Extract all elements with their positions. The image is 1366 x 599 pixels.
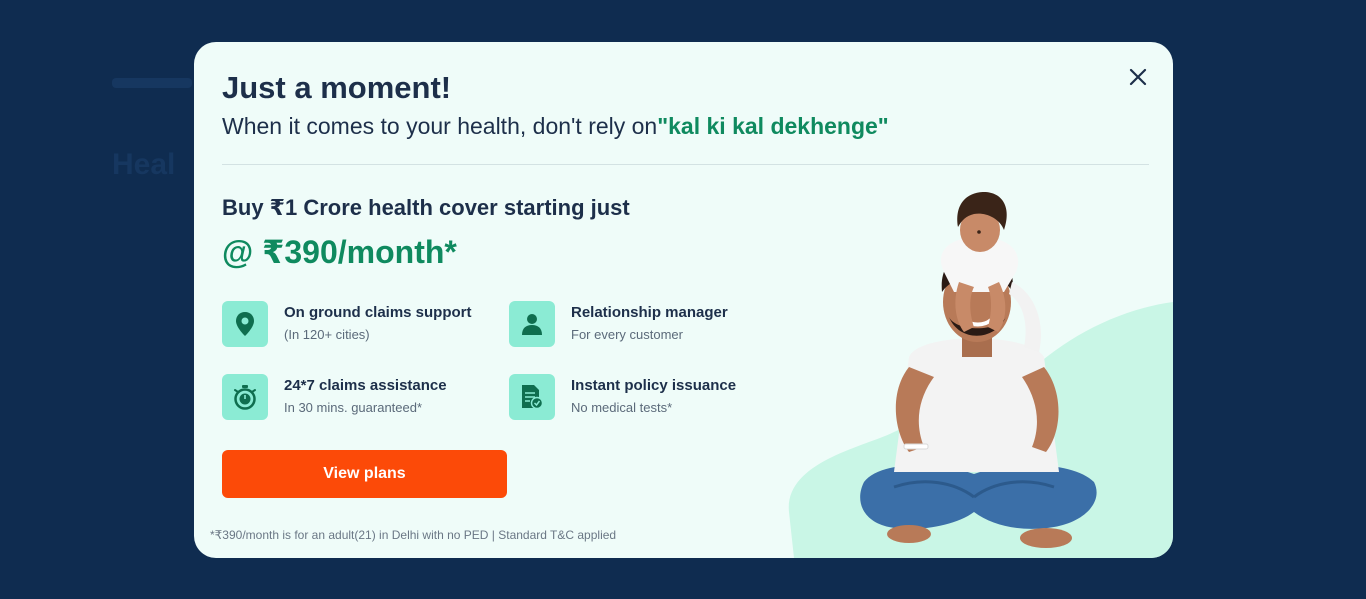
modal-subheading: When it comes to your health, don't rely…	[222, 113, 889, 140]
subheading-highlight: "kal ki kal dekhenge"	[657, 113, 889, 139]
location-pin-icon	[222, 301, 268, 347]
close-icon	[1129, 68, 1147, 86]
feature-title: On ground claims support	[284, 304, 472, 321]
exit-intent-modal: Just a moment! When it comes to your hea…	[194, 42, 1173, 558]
price-text: @ ₹390/month*	[222, 234, 457, 270]
modal-heading: Just a moment!	[222, 70, 452, 105]
background-page-text: Heal	[112, 148, 176, 181]
view-plans-button[interactable]: View plans	[222, 450, 507, 498]
stopwatch-icon	[222, 374, 268, 420]
feature-claims-support: On ground claims support (In 120+ cities…	[222, 301, 492, 349]
feature-title: 24*7 claims assistance	[284, 377, 447, 394]
family-photo	[788, 192, 1173, 558]
feature-title: Instant policy issuance	[571, 377, 737, 394]
feature-claims-assistance: 24*7 claims assistance In 30 mins. guara…	[222, 374, 492, 422]
close-button[interactable]	[1123, 62, 1153, 92]
person-icon	[509, 301, 555, 347]
disclaimer-text: *₹390/month is for an adult(21) in Delhi…	[210, 528, 617, 542]
subheading-text: When it comes to your health, don't rely…	[222, 113, 658, 139]
feature-subtitle: (In 120+ cities)	[284, 327, 370, 342]
feature-relationship-manager: Relationship manager For every customer	[509, 301, 779, 349]
background-page-hint	[112, 78, 192, 88]
feature-instant-policy: Instant policy issuance No medical tests…	[509, 374, 779, 422]
feature-subtitle: No medical tests*	[571, 400, 673, 415]
feature-subtitle: In 30 mins. guaranteed*	[284, 400, 423, 415]
divider	[222, 164, 1149, 165]
feature-subtitle: For every customer	[571, 327, 683, 342]
feature-title: Relationship manager	[571, 304, 728, 321]
policy-document-icon	[509, 374, 555, 420]
offer-line: Buy ₹1 Crore health cover starting just	[222, 195, 630, 220]
